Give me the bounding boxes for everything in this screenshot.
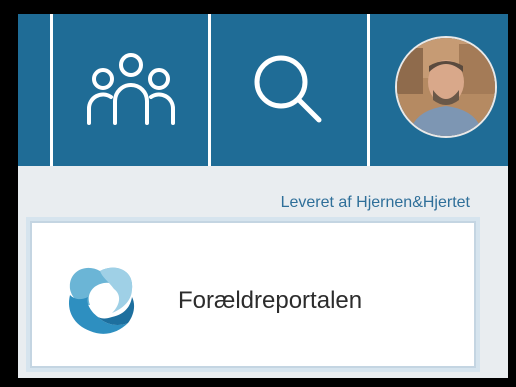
portal-card-label: Forældreportalen	[178, 287, 363, 314]
user-avatar[interactable]	[395, 36, 497, 138]
nav-divider	[367, 14, 370, 166]
foraeldreportal-logo-icon	[68, 267, 135, 334]
app-window: Leveret af Hjernen&Hjertet Forældreporta…	[18, 14, 508, 378]
provider-credit-link[interactable]: Leveret af Hjernen&Hjertet	[281, 194, 470, 212]
search-icon	[254, 55, 322, 123]
top-navigation-bar	[18, 14, 508, 166]
search-button[interactable]	[211, 14, 367, 166]
user-avatar-photo	[397, 38, 495, 136]
screenshot-frame: Leveret af Hjernen&Hjertet Forældreporta…	[0, 0, 516, 387]
portal-card-foraeldreportalen[interactable]: Forældreportalen	[26, 217, 480, 372]
users-button[interactable]	[53, 14, 208, 166]
users-icon	[86, 53, 175, 125]
